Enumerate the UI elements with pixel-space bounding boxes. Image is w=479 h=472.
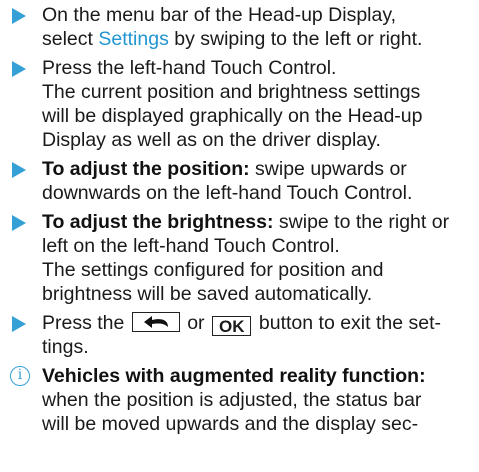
step-line: tings. (42, 336, 89, 358)
step-arrow-icon (12, 215, 26, 231)
info-heading-line: Vehicles with augmented reality function… (42, 364, 471, 388)
step-line: left on the left-hand Touch Control. (42, 235, 340, 257)
back-arrow-icon (143, 316, 168, 328)
step-line-pre: Press the (42, 312, 130, 334)
step-arrow-icon (12, 316, 26, 332)
step-text: To adjust the position: swipe upwards or… (42, 157, 471, 205)
step-heading: To adjust the position: (42, 158, 250, 180)
instruction-page: On the menu bar of the Head-up Display, … (0, 0, 479, 472)
step-line: brightness will be saved automatically. (42, 283, 373, 305)
step-line: The current position and brightness sett… (42, 81, 421, 103)
step-line: select Settings by swiping to the left o… (42, 27, 471, 51)
step-line: Display as well as on the driver display… (42, 129, 381, 151)
step-text: On the menu bar of the Head-up Display, … (42, 3, 471, 51)
step-line-mid: or (181, 312, 210, 334)
step-line: To adjust the brightness: swipe to the r… (42, 210, 471, 234)
step-line-pre: select (42, 28, 99, 50)
step-text: Press the or OK button to exit the set- … (42, 311, 471, 359)
back-button-key (131, 312, 180, 332)
info-text: Vehicles with augmented reality function… (42, 364, 471, 436)
step-arrow-icon (12, 61, 26, 77)
info-line: will be moved upwards and the display se… (42, 413, 419, 435)
step-arrow-icon (12, 8, 26, 24)
step-line-post: by swiping to the left or right. (168, 28, 423, 50)
step-heading: To adjust the brightness: (42, 211, 274, 233)
step-line: On the menu bar of the Head-up Display, (42, 4, 397, 26)
step-line-rest: swipe upwards or (249, 158, 407, 180)
step-line: Press the left-hand Touch Control. (42, 57, 337, 79)
info-icon: i (10, 366, 30, 386)
info-heading: Vehicles with augmented reality function… (42, 365, 426, 387)
step-text: Press the left-hand Touch Control. The c… (42, 56, 471, 152)
step-line-post: button to exit the set- (253, 312, 442, 334)
step-line: Press the or OK button to exit the set- (42, 311, 471, 336)
step-line: will be displayed graphically on the Hea… (42, 105, 423, 127)
step-line-rest: swipe to the right or (273, 211, 450, 233)
ok-button-key: OK (211, 316, 252, 336)
info-line: when the position is adjusted, the statu… (42, 389, 422, 411)
step-line: To adjust the position: swipe upwards or (42, 157, 471, 181)
step-line: downwards on the left-hand Touch Control… (42, 182, 413, 204)
settings-menu-item-label: Settings (98, 28, 169, 50)
step-arrow-icon (12, 162, 26, 178)
step-line: The settings configured for position and (42, 259, 384, 281)
step-text: To adjust the brightness: swipe to the r… (42, 210, 471, 306)
